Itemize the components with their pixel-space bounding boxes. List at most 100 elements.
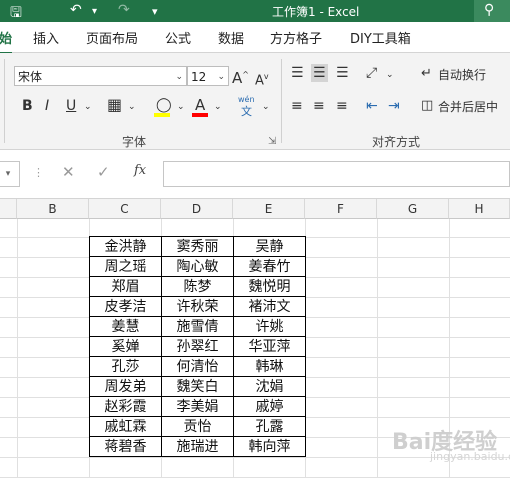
search-box[interactable]: ⚲ (474, 0, 510, 22)
tab-data[interactable]: 数据 (218, 28, 244, 47)
font-color-swatch (192, 113, 208, 117)
orientation-icon[interactable]: ⤢ (366, 64, 377, 82)
table-cell[interactable]: 褚沛文 (233, 296, 306, 317)
column-header-d[interactable]: D (161, 199, 233, 219)
table-cell[interactable]: 李美娟 (161, 396, 234, 417)
table-cell[interactable]: 许秋荣 (161, 296, 234, 317)
chevron-down-icon[interactable]: ⌄ (386, 66, 394, 84)
chevron-down-icon: ⌄ (175, 72, 183, 82)
table-cell[interactable]: 陶心敏 (161, 256, 234, 277)
table-cell[interactable]: 陈梦 (161, 276, 234, 297)
dialog-launcher-icon[interactable]: ⇲ (268, 133, 276, 151)
chevron-down-icon[interactable]: ⌄ (177, 98, 185, 116)
font-name-value: 宋体 (18, 70, 43, 84)
column-header-g[interactable]: G (377, 199, 449, 219)
table-cell[interactable]: 奚婵 (89, 336, 162, 357)
column-header-f[interactable]: F (305, 199, 377, 219)
tab-page-layout[interactable]: 页面布局 (86, 28, 138, 47)
group-divider (4, 59, 5, 143)
chevron-down-icon[interactable]: ⌄ (128, 98, 136, 116)
table-cell[interactable]: 戚婷 (233, 396, 306, 417)
font-group-label: 字体 (122, 135, 147, 149)
bold-button[interactable]: B (22, 97, 33, 115)
merge-center-button[interactable]: 合并后居中 (438, 98, 498, 116)
tab-home[interactable]: 始 (0, 28, 13, 55)
column-header-c[interactable]: C (89, 199, 161, 219)
table-cell[interactable]: 贡怡 (161, 416, 234, 437)
table-cell[interactable]: 许姚 (233, 316, 306, 337)
table-cell[interactable]: 窦秀丽 (161, 236, 234, 257)
font-size-value: 12 (191, 70, 207, 84)
table-cell[interactable]: 孔露 (233, 416, 306, 437)
table-cell[interactable]: 孔莎 (89, 356, 162, 377)
column-header-stub[interactable] (0, 199, 17, 219)
undo-icon[interactable]: ↶ (70, 2, 82, 18)
table-cell[interactable]: 沈娟 (233, 376, 306, 397)
table-cell[interactable]: 魏笑白 (161, 376, 234, 397)
decrease-indent-icon[interactable]: ⇤ (366, 97, 378, 115)
table-cell[interactable]: 何清怡 (161, 356, 234, 377)
column-header-e[interactable]: E (233, 199, 305, 219)
chevron-down-icon[interactable]: ⌄ (262, 98, 270, 116)
font-color-icon[interactable]: A (195, 96, 205, 114)
table-cell[interactable]: 金洪静 (89, 236, 162, 257)
align-middle-icon[interactable]: ☰ (311, 64, 328, 82)
table-cell[interactable]: 姜慧 (89, 316, 162, 337)
align-top-icon[interactable]: ☰ (291, 64, 304, 82)
chevron-down-icon[interactable]: ⌄ (84, 98, 92, 116)
insert-function-button[interactable]: fx (134, 163, 146, 178)
search-icon: ⚲ (484, 2, 495, 18)
shrink-font-button[interactable]: Av (255, 68, 269, 90)
table-cell[interactable]: 周发弟 (89, 376, 162, 397)
ribbon: 宋体 ⌄ 12 ⌄ A^ Av B I U ⌄ ▦ ⌄ ◯ ⌄ A ⌄ wén … (0, 53, 510, 150)
table-cell[interactable]: 戚虹霖 (89, 416, 162, 437)
table-cell[interactable]: 魏悦明 (233, 276, 306, 297)
table-cell[interactable]: 韩向萍 (233, 436, 306, 457)
undo-dropdown-icon[interactable]: ▾ (92, 6, 97, 17)
more-icon: ⋮ (33, 166, 44, 179)
redo-icon[interactable]: ↷ (118, 2, 130, 18)
italic-button[interactable]: I (45, 97, 49, 115)
align-bottom-icon[interactable]: ☰ (336, 64, 349, 82)
table-cell[interactable]: 韩琳 (233, 356, 306, 377)
table-cell[interactable]: 姜春竹 (233, 256, 306, 277)
align-center-icon[interactable]: ≡ (313, 97, 325, 115)
name-box[interactable]: ▾ (0, 161, 20, 187)
group-divider (281, 59, 282, 143)
font-size-select[interactable]: 12 ⌄ (187, 66, 229, 86)
table-cell[interactable]: 赵彩霞 (89, 396, 162, 417)
align-left-icon[interactable]: ≡ (291, 97, 303, 115)
table-cell[interactable]: 周之瑶 (89, 256, 162, 277)
column-header-h[interactable]: H (449, 199, 510, 219)
table-cell[interactable]: 施雪倩 (161, 316, 234, 337)
tab-fangfang[interactable]: 方方格子 (270, 28, 322, 47)
table-cell[interactable]: 孙翠红 (161, 336, 234, 357)
tab-formulas[interactable]: 公式 (165, 28, 191, 47)
customize-toolbar-icon[interactable]: ▾ (152, 5, 158, 18)
merge-icon: ◫ (421, 98, 434, 113)
confirm-button[interactable]: ✓ (97, 163, 110, 181)
tab-insert[interactable]: 插入 (33, 28, 59, 47)
formula-input[interactable] (163, 161, 510, 187)
fill-color-icon[interactable]: ◯ (156, 96, 172, 114)
table-cell[interactable]: 皮孝洁 (89, 296, 162, 317)
increase-indent-icon[interactable]: ⇥ (388, 97, 400, 115)
table-cell[interactable]: 吴静 (233, 236, 306, 257)
borders-icon[interactable]: ▦ (107, 96, 122, 114)
column-header-b[interactable]: B (17, 199, 89, 219)
cancel-button[interactable]: ✕ (62, 163, 75, 181)
formula-bar: ▾ ⋮ ✕ ✓ fx (0, 150, 510, 199)
underline-button[interactable]: U (66, 97, 76, 115)
font-name-select[interactable]: 宋体 ⌄ (14, 66, 187, 86)
table-cell[interactable]: 郑眉 (89, 276, 162, 297)
table-cell[interactable]: 施瑞进 (161, 436, 234, 457)
align-right-icon[interactable]: ≡ (336, 97, 348, 115)
chevron-down-icon[interactable]: ⌄ (214, 98, 222, 116)
table-cell[interactable]: 蒋碧香 (89, 436, 162, 457)
grow-font-icon: A (232, 69, 243, 87)
wrap-text-button[interactable]: 自动换行 (438, 66, 486, 84)
tab-diy-toolbox[interactable]: DIY工具箱 (350, 28, 411, 47)
chevron-down-icon: ⌄ (217, 72, 225, 82)
table-cell[interactable]: 华亚萍 (233, 336, 306, 357)
grow-font-button[interactable]: A^ (232, 66, 249, 87)
